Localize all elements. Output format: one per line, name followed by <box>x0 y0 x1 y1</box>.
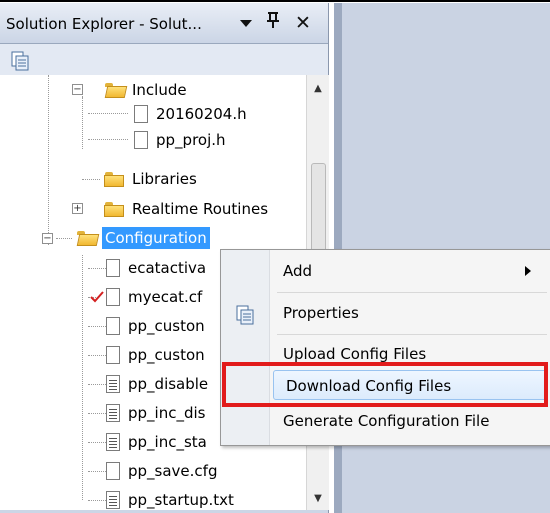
properties-toolbar-icon[interactable] <box>10 51 30 75</box>
top-border <box>0 0 550 2</box>
menu-item-properties[interactable]: Properties <box>271 298 549 328</box>
text-file-icon <box>106 375 120 393</box>
dropdown-icon[interactable] <box>236 12 256 34</box>
tree-item-20160204-h[interactable]: 20160204.h <box>134 101 247 127</box>
tree-item-pp-custom-2[interactable]: pp_custon <box>106 342 205 368</box>
tree-item-label: pp_startup.txt <box>128 491 234 509</box>
tree-item-label: pp_proj.h <box>156 131 226 149</box>
file-icon <box>106 259 120 277</box>
folder-open-icon <box>76 230 100 246</box>
tree-item-pp-disable[interactable]: pp_disable <box>106 371 208 397</box>
text-file-icon <box>106 491 120 509</box>
menu-item-generate-configuration-file[interactable]: Generate Configuration File <box>271 406 549 436</box>
tree-item-label: pp_inc_sta <box>128 433 207 451</box>
menu-icon-gutter <box>221 250 270 445</box>
text-file-icon <box>106 433 120 451</box>
context-menu: Add Properties Upload Config Files Downl… <box>220 249 550 446</box>
tree-item-label: Include <box>132 81 187 99</box>
tree-item-label: pp_save.cfg <box>128 462 218 480</box>
menu-item-label: Add <box>283 262 313 280</box>
panel-titlebar: Solution Explorer - Solut... ✕ <box>0 3 328 44</box>
tree-item-label: pp_custon <box>128 346 205 364</box>
folder-icon <box>104 171 124 187</box>
submenu-arrow-icon <box>525 266 531 276</box>
file-icon <box>134 131 148 149</box>
file-icon <box>106 346 120 364</box>
tree-item-libraries[interactable]: Libraries <box>104 166 197 192</box>
tree-item-pp-save-cfg[interactable]: pp_save.cfg <box>106 458 217 484</box>
tree-item-label: Libraries <box>132 170 197 188</box>
menu-item-label: Generate Configuration File <box>283 412 490 430</box>
folder-open-icon <box>104 82 128 98</box>
menu-item-label: Upload Config Files <box>283 345 427 363</box>
scroll-down-icon[interactable]: ▼ <box>307 493 329 504</box>
tree-item-configuration[interactable]: Configuration <box>76 225 210 251</box>
file-icon <box>106 317 120 335</box>
text-file-icon <box>106 404 120 422</box>
menu-item-label: Properties <box>283 304 359 322</box>
close-icon[interactable]: ✕ <box>290 12 316 34</box>
tree-item-pp-startup-txt[interactable]: pp_startup.txt <box>106 487 234 510</box>
tree-item-label: 20160204.h <box>156 105 247 123</box>
tree-item-pp-inc-dis[interactable]: pp_inc_dis <box>106 400 205 426</box>
menu-separator <box>277 292 547 293</box>
tree-item-include[interactable]: Include <box>104 77 187 103</box>
menu-separator <box>277 334 547 335</box>
highlight-annotation <box>222 362 548 407</box>
panel-title: Solution Explorer - Solut... <box>6 15 202 33</box>
tree-item-label: myecat.cf <box>128 288 203 306</box>
tree-item-label: pp_inc_dis <box>128 404 206 422</box>
collapse-toggle[interactable]: − <box>72 84 83 95</box>
tree-item-pp-inc-sta[interactable]: pp_inc_sta <box>106 429 207 455</box>
pin-icon[interactable] <box>262 12 284 34</box>
menu-item-add[interactable]: Add <box>271 256 549 286</box>
tree-item-label: ecatactiva <box>128 259 207 277</box>
properties-icon <box>235 305 255 329</box>
file-icon <box>106 288 120 306</box>
file-icon <box>106 462 120 480</box>
tree-item-label: pp_custon <box>128 317 205 335</box>
tree-item-ecatactiva[interactable]: ecatactiva <box>106 255 206 281</box>
tree-item-label: pp_disable <box>128 375 209 393</box>
tree-item-pp-proj-h[interactable]: pp_proj.h <box>134 127 226 153</box>
tree-item-label: Configuration <box>102 227 210 249</box>
checkmark-icon <box>90 289 104 307</box>
collapse-toggle[interactable]: − <box>42 233 53 244</box>
panel-toolbar <box>0 44 328 78</box>
expand-toggle[interactable]: + <box>72 203 83 214</box>
folder-icon <box>104 201 124 217</box>
scroll-up-icon[interactable]: ▲ <box>307 83 329 94</box>
tree-item-myecat-cfg[interactable]: myecat.cf <box>106 284 202 310</box>
tree-item-label: Realtime Routines <box>132 200 269 218</box>
tree-item-realtime-routines[interactable]: Realtime Routines <box>104 196 268 222</box>
tree-item-pp-custom-1[interactable]: pp_custon <box>106 313 205 339</box>
file-icon <box>134 105 148 123</box>
